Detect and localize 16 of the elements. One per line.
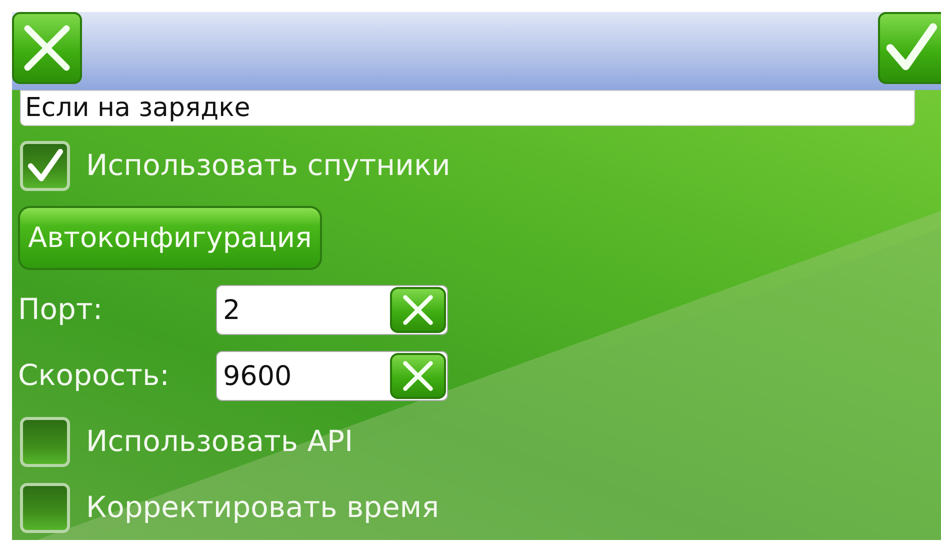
checkbox-label: Использовать API bbox=[86, 423, 354, 460]
checkbox[interactable] bbox=[20, 141, 70, 191]
checkbox-label: Использовать спутники bbox=[86, 147, 450, 184]
close-icon bbox=[401, 359, 435, 393]
field-label: Порт: bbox=[18, 291, 104, 328]
mode-field[interactable]: Если на зарядке bbox=[20, 90, 915, 126]
checkbox[interactable] bbox=[20, 417, 70, 467]
field-label: Скорость: bbox=[18, 357, 170, 394]
checkbox[interactable] bbox=[20, 483, 70, 533]
clear-button[interactable] bbox=[390, 287, 446, 333]
cancel-button[interactable] bbox=[12, 12, 82, 84]
close-icon bbox=[401, 293, 435, 327]
confirm-button[interactable] bbox=[878, 12, 941, 84]
clear-button[interactable] bbox=[390, 353, 446, 399]
checkbox-label: Корректировать время bbox=[86, 489, 440, 526]
checkmark-icon bbox=[27, 148, 63, 184]
